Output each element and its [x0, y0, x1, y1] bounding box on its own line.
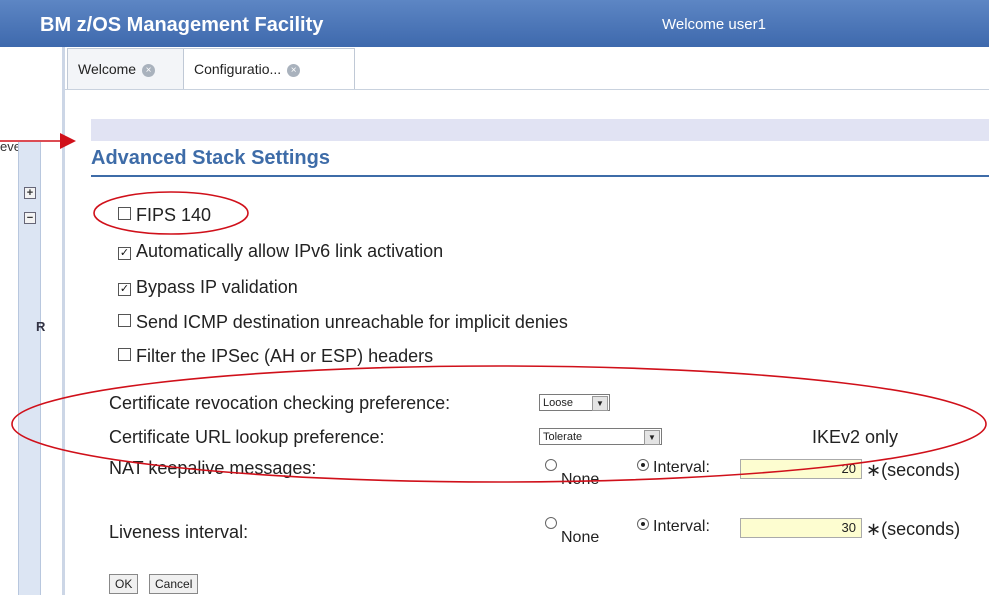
pointer-arrow-icon: [60, 133, 76, 149]
cert-prefs-highlight-ellipse: [11, 365, 987, 483]
annotation-shapes: [0, 140, 987, 483]
fips-highlight-ellipse: [93, 191, 249, 235]
annotation-overlay: [0, 133, 987, 483]
